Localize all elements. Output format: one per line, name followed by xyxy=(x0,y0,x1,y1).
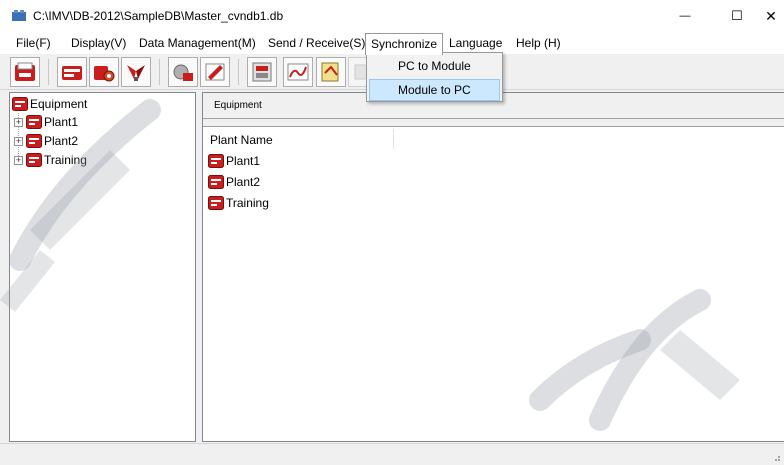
measurement-icon xyxy=(173,64,193,81)
equipment-icon xyxy=(208,175,224,189)
tree-item-training[interactable]: + Training xyxy=(14,151,87,169)
app-icon xyxy=(12,10,26,21)
equipment-icon xyxy=(26,115,42,129)
list-item-label: Plant1 xyxy=(226,154,261,168)
toolbar-separator xyxy=(238,59,239,85)
close-icon: ✕ xyxy=(765,7,777,24)
toolbar-graph-button[interactable] xyxy=(283,57,313,87)
equipment-icon xyxy=(26,153,42,167)
equipment-tree: Equipment + Plant1 + Plant2 + Training xyxy=(9,92,196,442)
equipment-icon xyxy=(208,154,224,168)
menu-help[interactable]: Help (H) xyxy=(516,32,561,54)
tree-item-label: Plant1 xyxy=(44,115,79,129)
menu-display[interactable]: Display(V) xyxy=(71,32,126,54)
menu-item-pc-to-module[interactable]: PC to Module xyxy=(369,55,500,77)
plant-list: Plant Name Plant1 Plant2 Training xyxy=(203,126,784,441)
toolbar-open-database-button[interactable] xyxy=(10,57,40,87)
toolbar-module-button[interactable] xyxy=(247,57,277,87)
menu-send-receive[interactable]: Send / Receive(S) xyxy=(268,32,365,54)
tree-item-plant2[interactable]: + Plant2 xyxy=(14,132,78,150)
list-item-label: Training xyxy=(226,196,269,210)
open-database-icon xyxy=(15,62,35,81)
menu-data-management[interactable]: Data Management(M) xyxy=(139,32,256,54)
tree-root-label: Equipment xyxy=(30,97,88,111)
menu-file[interactable]: File(F) xyxy=(16,32,51,54)
minimize-icon: — xyxy=(679,10,691,22)
status-bar xyxy=(0,443,784,465)
edit-icon xyxy=(205,63,225,81)
expand-icon[interactable]: + xyxy=(14,117,23,127)
tree-item-label: Training xyxy=(44,153,87,167)
menu-bar: File(F) Display(V) Data Management(M) Se… xyxy=(0,32,784,55)
module-icon xyxy=(252,62,272,82)
expand-icon[interactable]: + xyxy=(14,155,23,165)
list-item[interactable]: Training xyxy=(208,194,269,212)
tools-icon xyxy=(127,65,145,81)
graph-icon xyxy=(287,63,309,81)
tree-item-plant1[interactable]: + Plant1 xyxy=(14,113,78,131)
tree-item-label: Plant2 xyxy=(44,134,79,148)
minimize-button[interactable]: — xyxy=(662,0,708,32)
toolbar-separator xyxy=(159,59,160,85)
menu-item-module-to-pc[interactable]: Module to PC xyxy=(369,79,500,101)
toolbar-separator xyxy=(48,59,49,85)
toolbar-report-button[interactable] xyxy=(316,57,346,87)
maximize-icon: ☐ xyxy=(731,8,743,23)
close-button[interactable]: ✕ xyxy=(748,0,784,32)
panel-header-label: Equipment xyxy=(214,100,262,111)
list-item[interactable]: Plant1 xyxy=(208,152,260,170)
menu-synchronize[interactable]: Synchronize xyxy=(365,33,444,55)
equipment-icon xyxy=(26,134,42,148)
synchronize-dropdown: PC to Module Module to PC xyxy=(366,52,503,102)
title-bar: C:\IMV\DB-2012\SampleDB\Master_cvndb1.db… xyxy=(0,0,784,32)
equipment-icon xyxy=(208,196,224,210)
toolbar-tools-button[interactable] xyxy=(121,57,151,87)
list-item-label: Plant2 xyxy=(226,175,261,189)
report-icon xyxy=(321,62,339,82)
window-title: C:\IMV\DB-2012\SampleDB\Master_cvndb1.db xyxy=(33,9,284,23)
menu-language[interactable]: Language xyxy=(449,32,502,54)
column-separator[interactable] xyxy=(393,129,394,149)
expand-icon[interactable]: + xyxy=(14,136,23,146)
equipment-icon xyxy=(12,97,28,111)
equipment-icon xyxy=(62,66,82,80)
toolbar-edit-button[interactable] xyxy=(200,57,230,87)
column-header-plant-name[interactable]: Plant Name xyxy=(210,133,273,147)
toolbar-equipment-button[interactable] xyxy=(57,57,87,87)
tree-root[interactable]: Equipment xyxy=(12,95,87,113)
maintenance-icon xyxy=(94,66,115,82)
toolbar-measurement-button[interactable] xyxy=(168,57,198,87)
toolbar-maintenance-button[interactable] xyxy=(89,57,119,87)
equipment-list-panel: Equipment Plant Name Plant1 Plant2 Train… xyxy=(202,92,784,442)
resize-grip-icon[interactable] xyxy=(771,452,781,462)
list-item[interactable]: Plant2 xyxy=(208,173,260,191)
